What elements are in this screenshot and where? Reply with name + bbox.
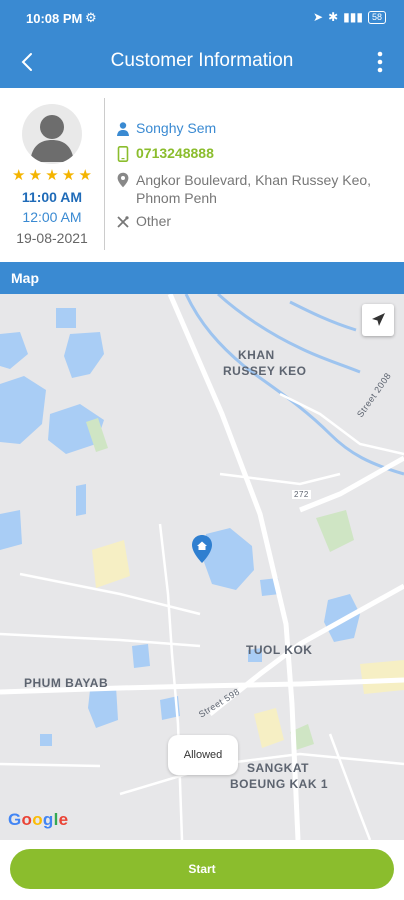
app-bar: Customer Information: [0, 36, 404, 88]
status-bar: 10:08 PM ⚙ ➤ ✱ ▮▮▮ 58: [0, 0, 404, 36]
map-label-route: 272: [292, 490, 311, 499]
status-time: 10:08 PM: [26, 11, 83, 26]
star-icon: ★: [28, 167, 43, 184]
bluetooth-icon: ✱: [328, 10, 339, 24]
google-logo: Google: [8, 810, 69, 829]
tools-icon: [117, 216, 129, 228]
appointment-start-time: 11:00 AM: [21, 189, 83, 205]
customer-name: Songhy Sem: [136, 120, 217, 136]
permission-toast: Allowed: [168, 735, 238, 775]
avatar: [22, 104, 82, 164]
page-title: Customer Information: [110, 50, 294, 71]
my-location-button[interactable]: [362, 304, 394, 336]
location-icon: ➤: [313, 10, 324, 24]
signal-icon: ▮▮▮: [343, 10, 363, 24]
phone-icon: [117, 146, 129, 162]
person-icon: [30, 115, 74, 162]
customer-info-card: ★ ★ ★ ★ ★ 11:00 AM 12:00 AM 19-08-2021 S…: [0, 88, 404, 262]
appointment-end-time: 12:00 AM: [22, 209, 82, 225]
rating-stars: ★ ★ ★ ★ ★: [12, 168, 92, 184]
map-view[interactable]: KHAN RUSSEY KEO TUOL KOK PHUM BAYAB SANG…: [0, 294, 404, 840]
appointment-date: 19-08-2021: [16, 230, 88, 246]
map-label-sangkat: SANGKAT: [247, 761, 309, 775]
map-label-khan: KHAN: [238, 348, 275, 362]
notification-icon: ⚙: [85, 10, 97, 25]
map-label-russey-keo: RUSSEY KEO: [223, 364, 307, 378]
location-marker-icon[interactable]: [190, 534, 214, 564]
service-category: Other: [136, 213, 172, 229]
customer-phone[interactable]: 0713248888: [136, 145, 214, 161]
navigation-arrow-icon: [372, 313, 385, 326]
star-icon: ★: [12, 167, 26, 184]
person-icon: [117, 122, 129, 136]
map-label-phum-bayab: PHUM BAYAB: [24, 676, 109, 690]
map-section-header: Map: [0, 262, 404, 294]
location-pin-icon: [117, 172, 129, 188]
bottom-action-bar: Start: [0, 840, 404, 900]
divider: [104, 98, 105, 250]
star-icon: ★: [61, 167, 76, 184]
customer-address: Angkor Boulevard, Khan Russey Keo, Phnom…: [136, 172, 372, 206]
map-label-tuol-kok: TUOL KOK: [246, 643, 313, 657]
map-label-boeung-kak: BOEUNG KAK 1: [230, 777, 329, 791]
star-icon: ★: [78, 167, 92, 184]
star-icon: ★: [45, 167, 59, 184]
battery-icon: 58: [367, 10, 386, 24]
more-options-button[interactable]: [368, 48, 392, 76]
status-icons: ➤ ✱ ▮▮▮ 58: [313, 10, 386, 24]
start-button[interactable]: Start: [10, 849, 394, 889]
more-vert-icon: [377, 51, 383, 73]
